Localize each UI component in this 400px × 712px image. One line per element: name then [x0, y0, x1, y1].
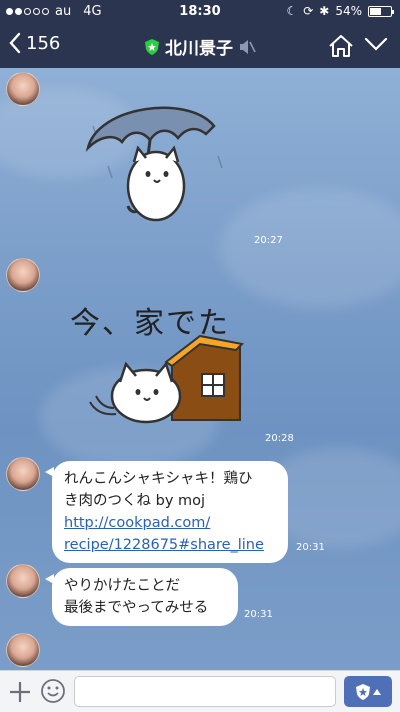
emoji-button[interactable] [40, 678, 66, 708]
bluetooth-icon: ✱ [319, 4, 330, 18]
message-input[interactable] [74, 676, 336, 707]
home-icon [329, 35, 353, 57]
avatar[interactable] [6, 457, 40, 491]
chat-header: 156 北川景子 [0, 26, 400, 68]
battery-percent: 54% [335, 4, 362, 18]
chat-area[interactable]: 20:27 今、家でた 20:28 れんこんシャキシャキ！鶏ひ き肉のつくね b… [0, 68, 400, 670]
message-input-bar [0, 670, 400, 712]
mute-icon [238, 38, 256, 56]
avatar[interactable] [6, 633, 40, 667]
message-text: れんこんシャキシャキ！鶏ひ [64, 471, 253, 487]
status-bar: au 4G 18:30 ☾ ⟳ ✱ 54% [0, 0, 400, 26]
caret-up-icon [373, 688, 381, 695]
home-button[interactable] [328, 34, 354, 62]
smiley-icon [41, 679, 65, 703]
message-link[interactable]: recipe/1228675#share_line [64, 534, 276, 556]
message-text: き肉のつくね by moj [64, 493, 206, 509]
message-time: 20:28 [265, 433, 294, 444]
official-account-icon [144, 38, 160, 56]
avatar[interactable] [6, 72, 40, 106]
message-time: 20:31 [244, 609, 273, 620]
message-link[interactable]: http://cookpad.com/ [64, 512, 276, 534]
avatar[interactable] [6, 564, 40, 598]
contact-name: 北川景子 [165, 39, 233, 59]
plus-icon [10, 682, 30, 702]
message-time: 20:27 [254, 235, 283, 246]
moon-icon: ☾ [286, 4, 298, 18]
cat-leaving-house-sticker[interactable]: 今、家でた [62, 298, 262, 428]
message-text: やりかけたことだ [64, 578, 180, 594]
menu-dropdown-button[interactable] [364, 36, 388, 56]
cat-umbrella-rain-sticker[interactable] [78, 86, 228, 236]
message-bubble[interactable]: やりかけたことだ 最後までやってみせる [45, 568, 238, 626]
add-button[interactable] [8, 680, 32, 708]
rotation-lock-icon: ⟳ [303, 4, 314, 18]
sticker-shield-icon [356, 683, 370, 700]
sticker-button[interactable] [344, 676, 392, 707]
message-time: 20:31 [296, 542, 325, 553]
chevron-down-icon [364, 37, 388, 51]
message-text: 最後までやってみせる [64, 600, 209, 616]
message-bubble[interactable]: れんこんシャキシャキ！鶏ひ き肉のつくね by moj http://cookp… [45, 461, 288, 563]
avatar[interactable] [6, 258, 40, 292]
battery-icon [368, 5, 394, 17]
